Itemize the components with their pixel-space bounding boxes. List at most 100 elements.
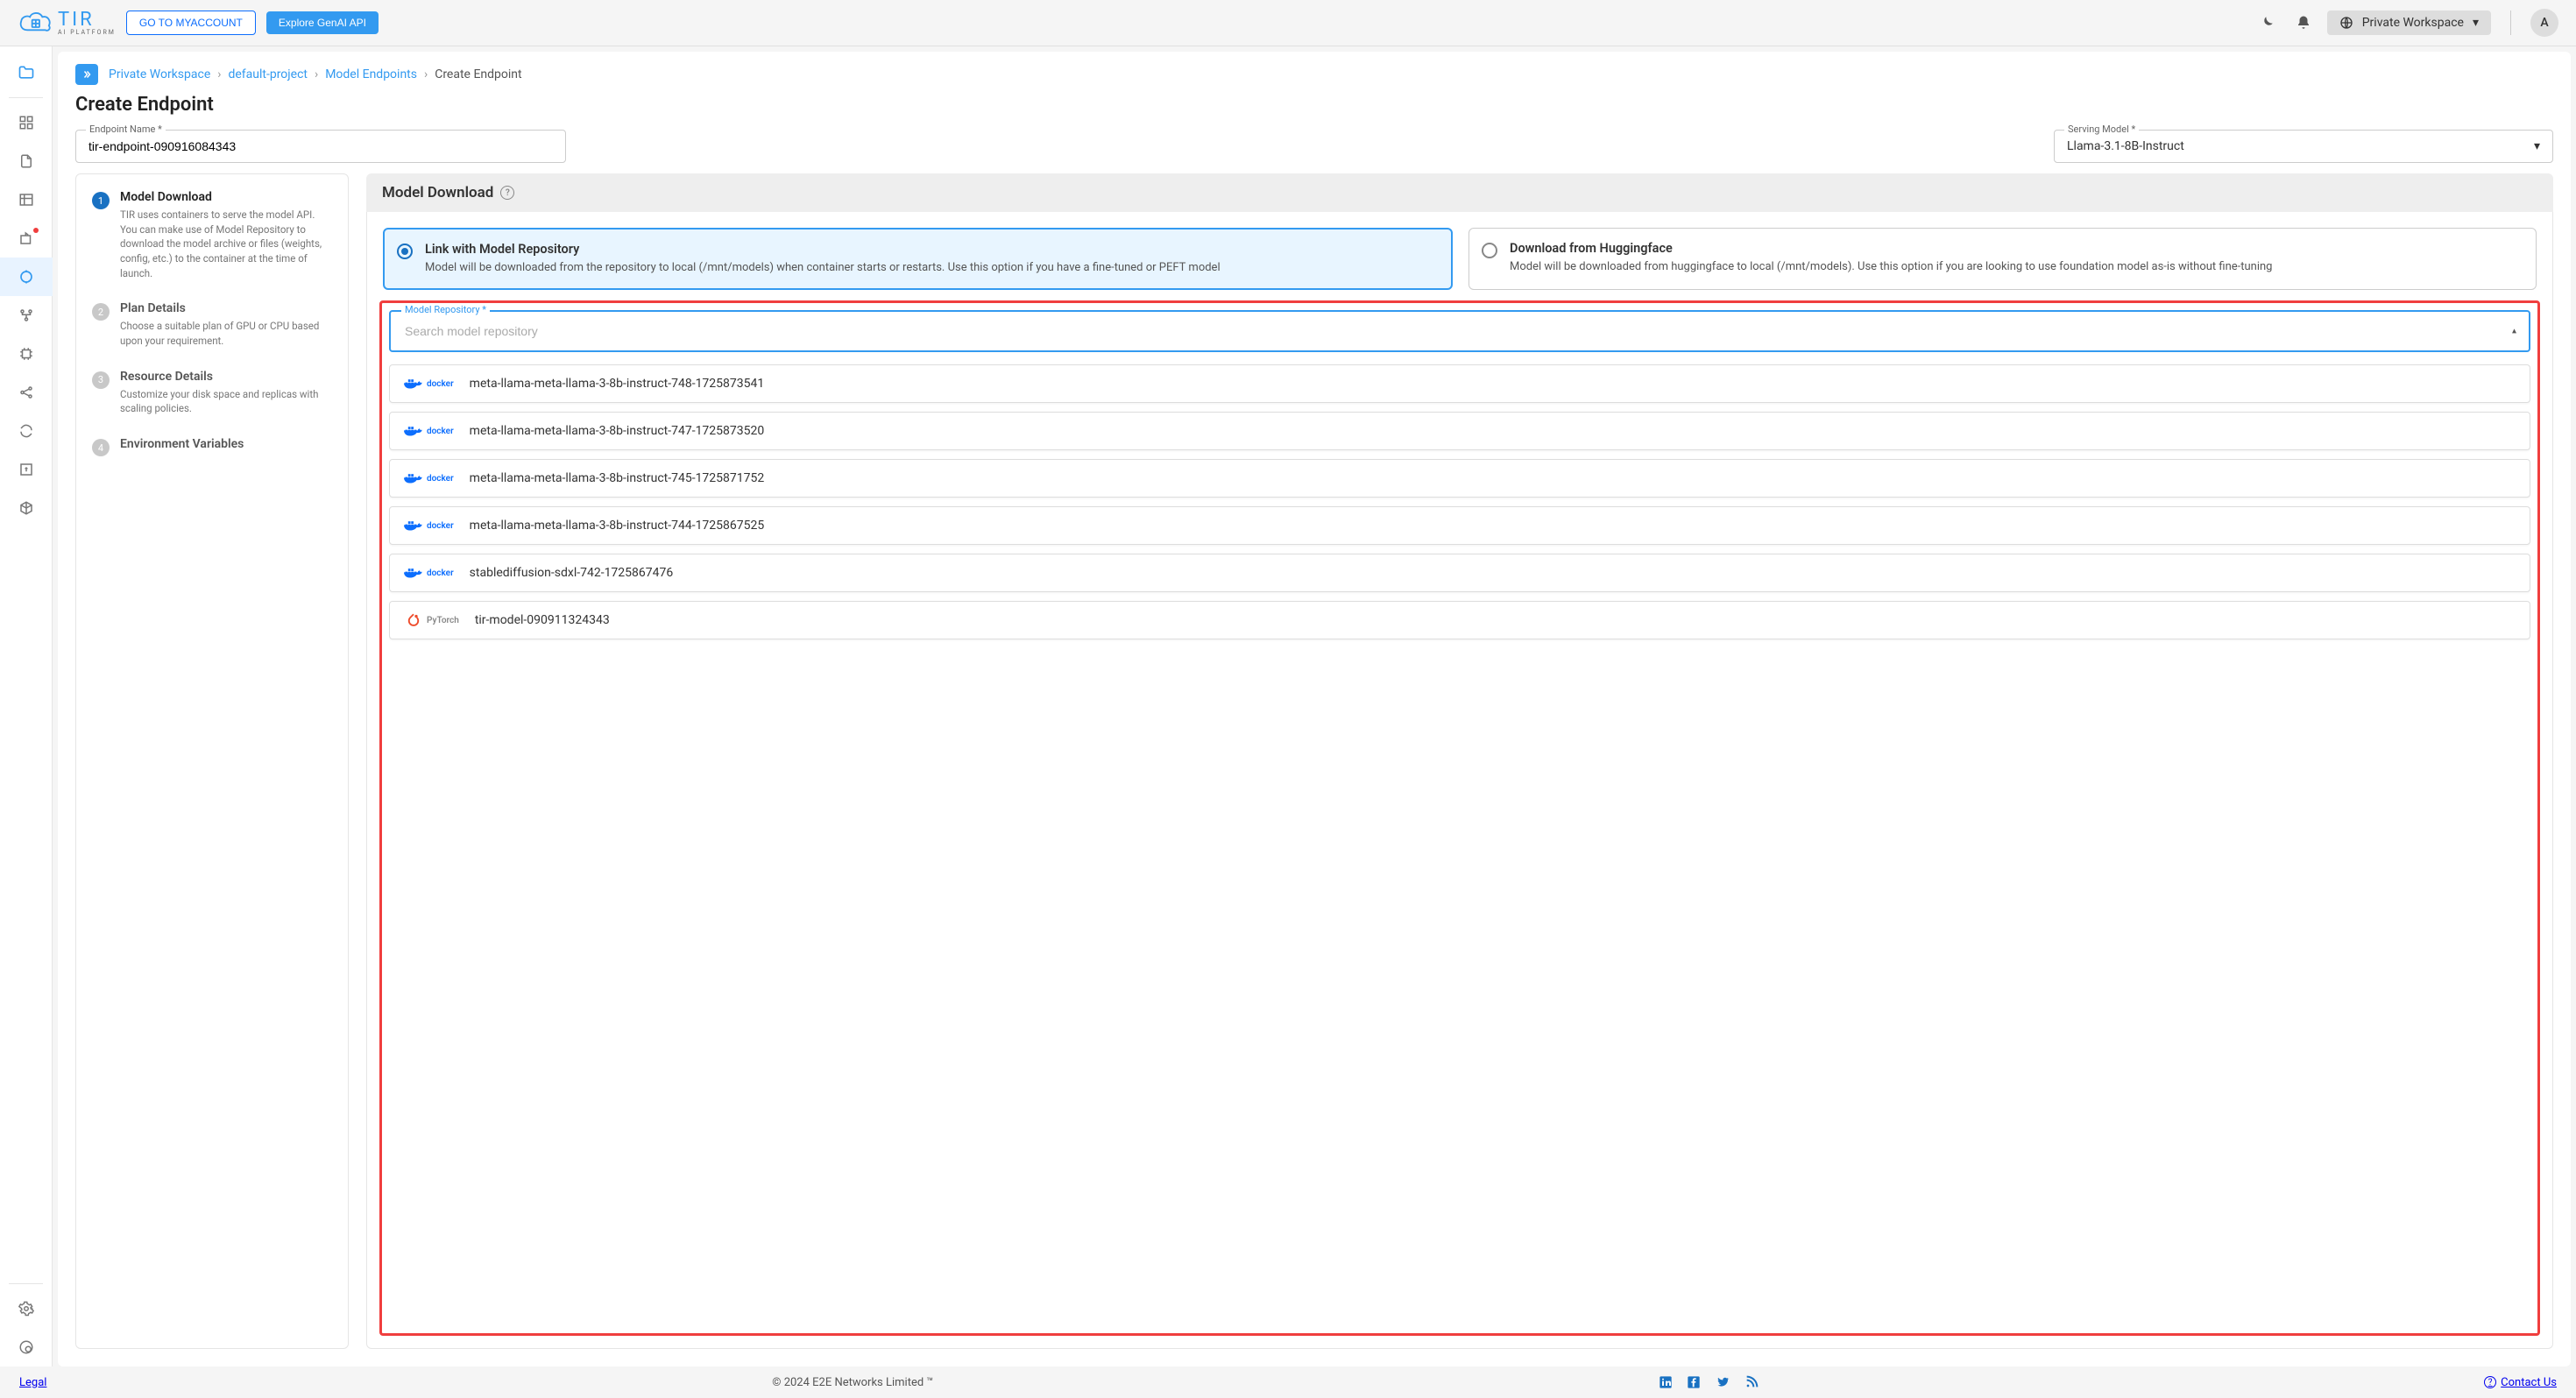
explore-genai-button[interactable]: Explore GenAI API bbox=[266, 11, 379, 34]
serving-model-value: Llama-3.1-8B-Instruct bbox=[2067, 139, 2184, 153]
breadcrumb: Private Workspace › default-project › Mo… bbox=[58, 52, 2571, 94]
radio-selected-icon bbox=[397, 244, 413, 259]
repo-item[interactable]: docker meta-llama-meta-llama-3-8b-instruc… bbox=[389, 506, 2530, 545]
repo-search-label: Model Repository * bbox=[401, 304, 490, 315]
option-2-title: Download from Huggingface bbox=[1510, 241, 2522, 256]
breadcrumb-toggle[interactable] bbox=[75, 64, 98, 85]
shield-icon bbox=[18, 1339, 34, 1355]
docker-icon: docker bbox=[404, 518, 454, 533]
logo-subtitle: AI PLATFORM bbox=[58, 30, 116, 36]
option-link-repository[interactable]: Link with Model Repository Model will be… bbox=[383, 228, 1453, 290]
repo-highlight-box: Model Repository * ▴ docker meta-llama-me… bbox=[379, 300, 2540, 1336]
step-1-title: Model Download bbox=[120, 190, 332, 204]
repo-item[interactable]: dockermeta-llama-meta-llama-3-8b-instruc… bbox=[389, 412, 2530, 450]
page-title: Create Endpoint bbox=[75, 94, 2553, 116]
logo[interactable]: TIR AI PLATFORM bbox=[18, 9, 116, 37]
sidebar-file[interactable] bbox=[0, 142, 53, 180]
repo-item[interactable]: dockermeta-llama-meta-llama-3-8b-instruc… bbox=[389, 364, 2530, 403]
sidebar-cube[interactable] bbox=[0, 489, 53, 527]
docker-icon: docker bbox=[404, 470, 454, 486]
sidebar-folder[interactable] bbox=[0, 53, 53, 92]
sidebar bbox=[0, 46, 53, 1366]
repo-name: meta-llama-meta-llama-3-8b-instruct-747-… bbox=[470, 424, 765, 438]
step-plan-details[interactable]: 2 Plan Details Choose a suitable plan of… bbox=[92, 301, 332, 348]
stepper: 1 Model Download TIR uses containers to … bbox=[75, 173, 349, 1349]
sidebar-table[interactable] bbox=[0, 180, 53, 219]
repo-item[interactable]: docker stablediffusion-sdxl-742-172586747… bbox=[389, 554, 2530, 592]
caret-down-icon: ▾ bbox=[2473, 16, 2479, 30]
caret-down-icon: ▾ bbox=[2534, 139, 2540, 153]
serving-model-label: Serving Model * bbox=[2064, 124, 2139, 135]
model-download-panel: Model Download ? Link with Model Reposit… bbox=[366, 173, 2553, 1349]
docker-icon: docker bbox=[404, 376, 454, 392]
footer: Legal © 2024 E2E Networks Limited ™ ? Co… bbox=[0, 1366, 2576, 1398]
sidebar-pipelines[interactable] bbox=[0, 296, 53, 335]
endpoint-name-field: Endpoint Name * bbox=[75, 130, 566, 163]
footer-legal[interactable]: Legal bbox=[19, 1376, 46, 1389]
moon-icon[interactable] bbox=[2259, 15, 2275, 31]
footer-contact[interactable]: ? Contact Us bbox=[2484, 1376, 2557, 1389]
breadcrumb-link-2[interactable]: Model Endpoints bbox=[325, 67, 417, 81]
workspace-selector[interactable]: Private Workspace ▾ bbox=[2327, 11, 2491, 35]
repo-list: docker meta-llama-meta-llama-3-8b-instruc… bbox=[389, 364, 2530, 1326]
bell-icon[interactable] bbox=[2296, 15, 2311, 31]
sidebar-share[interactable] bbox=[0, 373, 53, 412]
refresh-icon bbox=[18, 423, 34, 439]
deploy-icon bbox=[18, 462, 34, 477]
radio-unselected-icon bbox=[1482, 243, 1497, 258]
breadcrumb-current: Create Endpoint bbox=[435, 67, 521, 81]
chevrons-right-icon bbox=[81, 69, 93, 80]
help-icon[interactable]: ? bbox=[500, 186, 514, 200]
workspace-label: Private Workspace bbox=[2362, 16, 2464, 30]
footer-social bbox=[1659, 1375, 1759, 1389]
linkedin-icon[interactable] bbox=[1659, 1375, 1673, 1389]
sidebar-help[interactable] bbox=[0, 1328, 53, 1366]
footer-copyright: © 2024 E2E Networks Limited ™ bbox=[772, 1376, 933, 1389]
option-1-title: Link with Model Repository bbox=[425, 242, 1437, 257]
step-1-desc: TIR uses containers to serve the model A… bbox=[120, 208, 332, 280]
avatar[interactable]: A bbox=[2530, 9, 2558, 37]
table-icon bbox=[18, 192, 34, 208]
repo-item[interactable]: PyTorch tir-model-090911324343 bbox=[389, 601, 2530, 639]
step-3-desc: Customize your disk space and replicas w… bbox=[120, 387, 332, 416]
twitter-icon[interactable] bbox=[1715, 1375, 1730, 1389]
myaccount-button[interactable]: GO TO MYACCOUNT bbox=[126, 11, 256, 35]
docker-icon: docker bbox=[404, 565, 454, 581]
sidebar-dashboard[interactable] bbox=[0, 103, 53, 142]
step-env-variables[interactable]: 4 Environment Variables bbox=[92, 437, 332, 456]
repo-name: stablediffusion-sdxl-742-1725867476 bbox=[470, 566, 674, 580]
sidebar-chip[interactable] bbox=[0, 335, 53, 373]
logo-text: TIR bbox=[58, 11, 116, 30]
grid-icon bbox=[18, 115, 34, 131]
sidebar-settings[interactable] bbox=[0, 1289, 53, 1328]
pytorch-icon: PyTorch bbox=[404, 612, 459, 628]
repo-search-input[interactable] bbox=[389, 310, 2530, 352]
step-3-title: Resource Details bbox=[120, 370, 332, 384]
rss-icon[interactable] bbox=[1744, 1375, 1759, 1389]
file-icon bbox=[18, 153, 34, 169]
repo-name: meta-llama-meta-llama-3-8b-instruct-745-… bbox=[470, 471, 765, 485]
sidebar-container[interactable] bbox=[0, 219, 53, 258]
endpoint-name-label: Endpoint Name * bbox=[86, 124, 166, 135]
step-4-title: Environment Variables bbox=[120, 437, 244, 451]
sidebar-sync[interactable] bbox=[0, 412, 53, 450]
globe-icon bbox=[2339, 16, 2353, 30]
cloud-logo-icon bbox=[18, 9, 53, 37]
step-2-desc: Choose a suitable plan of GPU or CPU bas… bbox=[120, 319, 332, 348]
breadcrumb-link-0[interactable]: Private Workspace bbox=[109, 67, 210, 81]
step-resource-details[interactable]: 3 Resource Details Customize your disk s… bbox=[92, 370, 332, 416]
facebook-icon[interactable] bbox=[1687, 1375, 1701, 1389]
target-icon bbox=[18, 269, 34, 285]
option-download-hf[interactable]: Download from Huggingface Model will be … bbox=[1468, 228, 2537, 290]
folder-icon bbox=[18, 64, 35, 81]
step-model-download[interactable]: 1 Model Download TIR uses containers to … bbox=[92, 190, 332, 280]
option-1-desc: Model will be downloaded from the reposi… bbox=[425, 260, 1437, 276]
caret-up-icon[interactable]: ▴ bbox=[2512, 327, 2516, 336]
repo-item[interactable]: docker meta-llama-meta-llama-3-8b-instruc… bbox=[389, 459, 2530, 498]
breadcrumb-link-1[interactable]: default-project bbox=[228, 67, 308, 81]
sidebar-endpoints[interactable] bbox=[0, 258, 53, 296]
repo-name: meta-llama-meta-llama-3-8b-instruct-744-… bbox=[470, 519, 765, 533]
sidebar-deploy[interactable] bbox=[0, 450, 53, 489]
repo-name: tir-model-090911324343 bbox=[475, 613, 610, 627]
question-icon: ? bbox=[2484, 1376, 2496, 1388]
